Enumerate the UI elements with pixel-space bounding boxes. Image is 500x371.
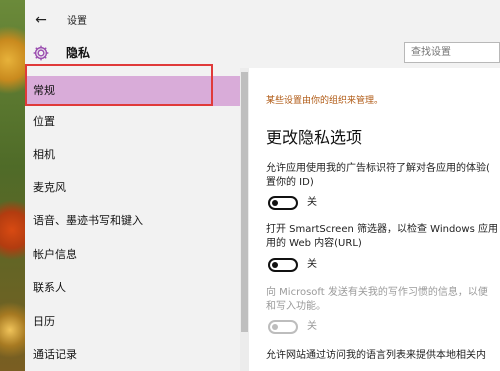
section-title: 更改隐私选项 (266, 128, 363, 147)
sidebar-item-call-history[interactable]: 通话记录 (25, 340, 240, 370)
toggle-state-label: 关 (307, 259, 317, 270)
setting-description: 允许应用使用我的广告标识符了解对各应用的体验( (266, 163, 490, 174)
setting-description-cont: 和写入功能。 (266, 301, 326, 312)
sidebar-item-camera[interactable]: 相机 (25, 140, 240, 170)
setting-description-cont: 置你的 ID) (266, 177, 314, 188)
toggle-state-label: 关 (307, 321, 317, 332)
sidebar-item-location[interactable]: 位置 (25, 107, 240, 137)
managed-notice: 某些设置由你的组织来管理。 (266, 96, 384, 106)
toggle-state-label: 关 (307, 197, 317, 208)
window-title: 设置 (67, 16, 87, 27)
sidebar: 常规 位置 相机 麦克风 语音、墨迹书写和键入 帐户信息 联系人 日历 通话记录 (25, 68, 240, 371)
sidebar-item-microphone[interactable]: 麦克风 (25, 173, 240, 203)
toggle-knob (272, 262, 278, 268)
setting-description-cont: 用的 Web 内容(URL) (266, 238, 362, 249)
setting-description: 允许网站通过访问我的语言列表来提供本地相关内 (266, 350, 486, 361)
sidebar-item-calendar[interactable]: 日历 (25, 307, 240, 337)
gear-icon (33, 45, 49, 61)
setting-description: 向 Microsoft 发送有关我的写作习惯的信息，以便 (266, 287, 488, 298)
highlight-annotation (25, 64, 213, 106)
settings-window: ← 设置 隐私 常规 位置 相机 麦克风 语音、墨迹书写和键入 帐户信息 联系人… (25, 0, 500, 371)
setting-description: 打开 SmartScreen 筛选器，以检查 Windows 应用 (266, 224, 498, 235)
scrollbar-thumb[interactable] (241, 72, 248, 332)
page-title: 隐私 (66, 46, 91, 60)
sidebar-item-speech-inking-typing[interactable]: 语音、墨迹书写和键入 (25, 206, 240, 236)
sidebar-item-contacts[interactable]: 联系人 (25, 273, 240, 303)
title-bar: ← 设置 (25, 0, 500, 38)
toggle-knob (272, 200, 278, 206)
sidebar-item-account-info[interactable]: 帐户信息 (25, 240, 240, 270)
main-content: 某些设置由你的组织来管理。 更改隐私选项 允许应用使用我的广告标识符了解对各应用… (249, 68, 500, 371)
smartscreen-toggle[interactable] (268, 258, 298, 272)
writing-info-toggle[interactable] (268, 320, 298, 334)
back-arrow-icon[interactable]: ← (33, 13, 49, 27)
sidebar-scrollbar[interactable] (240, 68, 249, 371)
toggle-knob (272, 324, 278, 330)
search-input[interactable] (404, 42, 500, 63)
advertising-id-toggle[interactable] (268, 196, 298, 210)
